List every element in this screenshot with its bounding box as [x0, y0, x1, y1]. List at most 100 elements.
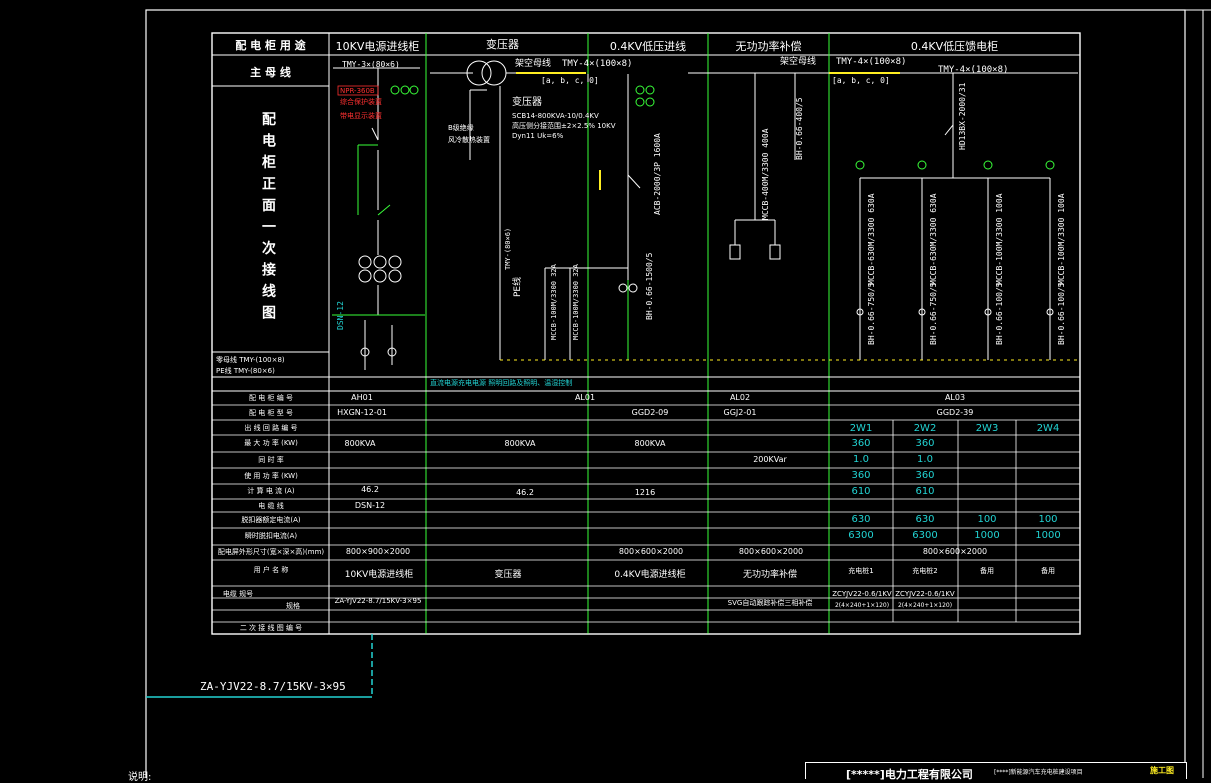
calc-current: 46.2 — [516, 488, 534, 497]
row-label: 用 户 名 称 — [253, 566, 289, 574]
calc-current: 610 — [851, 486, 871, 497]
cable-model: SVG自动跟踪补偿三相补偿 — [727, 599, 813, 607]
svg-text:BH-0.66-1500/5: BH-0.66-1500/5 — [645, 252, 654, 320]
circuit-no: 2W2 — [913, 423, 937, 434]
row-label: 使 用 功 率 (KW) — [244, 472, 298, 480]
trip-instant: 1000 — [974, 530, 1000, 541]
svg-text:B级绝缘: B级绝缘 — [448, 123, 474, 132]
max-power: 800KVA — [634, 439, 666, 448]
trip-rated: 100 — [1038, 514, 1058, 525]
calc-current: 610 — [915, 486, 935, 497]
svg-text:高压侧分接范围±2×2.5% 10KV: 高压侧分接范围±2×2.5% 10KV — [512, 121, 616, 130]
company-name: [*****]电力工程有限公司 — [846, 768, 973, 781]
row-label: 配电屏外形尺寸(宽×深×高)(mm) — [217, 548, 325, 556]
cable-line: DSN-12 — [354, 501, 386, 510]
max-power: 800KVA — [344, 439, 376, 448]
feeder-ct-label: BH-0.66-100/5 — [1057, 282, 1066, 345]
circuit-no: 2W3 — [975, 423, 999, 434]
vertical-title-char: 线 — [262, 283, 276, 300]
circuit-no: 2W4 — [1036, 423, 1060, 434]
dims: 800×600×2000 — [738, 547, 804, 556]
row-label: 电 缆 线 — [258, 502, 284, 510]
row-label: 瞬时脱扣电流(A) — [244, 532, 298, 540]
feeder-ct-label: BH-0.66-100/5 — [995, 282, 1004, 345]
svg-text:变压器: 变压器 — [512, 95, 542, 108]
svg-text:MCCB-100M/3300 32A: MCCB-100M/3300 32A — [572, 263, 580, 340]
cable-spec: 2(4×240+1×120) — [897, 602, 953, 609]
feeder-mccb-label: MCCB-630M/3300 630A — [929, 193, 938, 285]
title-block: [*****]电力工程有限公司 [****]新能源汽车充电桩建设项目 施工图 — [805, 762, 1187, 781]
row-label: 出 线 回 路 编 号 — [244, 424, 298, 432]
svg-text:BH-0.66-400/5: BH-0.66-400/5 — [795, 97, 804, 160]
row-label: 同 时 率 — [258, 456, 284, 464]
dims: 800×600×2000 — [618, 547, 684, 556]
svg-text:[a, b, c, 0]: [a, b, c, 0] — [541, 76, 599, 85]
max-power: 360 — [915, 438, 935, 449]
vertical-title-char: 电 — [262, 133, 276, 150]
user-name: 备用 — [1041, 567, 1055, 575]
max-power: 360 — [851, 438, 871, 449]
cable-spec: 2(4×240+1×120) — [834, 602, 890, 609]
row-label: 规格 — [286, 602, 300, 610]
cabinet-model: GGD2-39 — [936, 408, 974, 417]
svg-text:TMY-(80×6): TMY-(80×6) — [504, 228, 512, 270]
row-label: 二 次 接 线 图 编 号 — [239, 624, 303, 632]
dims: 800×900×2000 — [345, 547, 411, 556]
single-line-diagram: NPR-360B 综合保护装置 带电显示装置 ZA-YJV22-8.7/15KV… — [145, 9, 1211, 778]
svg-text:MCCB-400M/3300 400A: MCCB-400M/3300 400A — [761, 128, 770, 220]
row-label: 配 电 柜 型 号 — [249, 409, 293, 417]
user-name: 充电桩2 — [912, 567, 938, 575]
cable-callout: ZA-YJV22-8.7/15KV-3×95 — [200, 680, 346, 693]
use-power: 360 — [851, 470, 871, 481]
transformer-symbol — [430, 60, 583, 360]
row-label: 最 大 功 率 (KW) — [244, 439, 298, 447]
cable-model: ZCYJV22-0.6/1KV — [832, 590, 892, 598]
svg-text:带电显示装置: 带电显示装置 — [340, 111, 382, 120]
cabinet-no: AH01 — [351, 393, 373, 402]
cable-model: ZA-YJV22-8.7/15KV-3×95 — [334, 597, 422, 605]
svg-text:TMY-4×(100×8): TMY-4×(100×8) — [562, 59, 632, 69]
trip-rated: 630 — [851, 514, 871, 525]
drawing-border — [211, 32, 1081, 635]
row-label: 脱扣器额定电流(A) — [241, 516, 301, 524]
trip-rated: 100 — [977, 514, 997, 525]
simul: 200KVar — [753, 455, 787, 464]
svg-text:综合保护装置: 综合保护装置 — [340, 97, 382, 106]
vertical-title-char: 配 — [262, 112, 276, 128]
feeder-mccb-label: MCCB-630M/3300 630A — [867, 193, 876, 285]
vertical-title-char: 次 — [262, 240, 276, 257]
svg-text:ACB-2000/3P 1600A: ACB-2000/3P 1600A — [653, 133, 662, 215]
row-label: 电缆 规号 — [222, 590, 254, 598]
user-name: 充电桩1 — [848, 567, 874, 575]
svg-text:HD13BX-2000/31: HD13BX-2000/31 — [958, 82, 967, 150]
svg-text:Dyn11 Uk=6%: Dyn11 Uk=6% — [512, 132, 564, 140]
svg-text:架空母线: 架空母线 — [780, 55, 816, 67]
vertical-title-char: 图 — [262, 306, 276, 322]
vertical-title-char: 一 — [262, 220, 276, 236]
svg-text:TMY-4×(100×8): TMY-4×(100×8) — [836, 57, 906, 67]
stamp: 施工图 — [1150, 766, 1174, 775]
max-power: 800KVA — [504, 439, 536, 448]
cabinet-no: AL01 — [574, 393, 596, 402]
feeder-mccb-label: MCCB-100M/3300 100A — [1057, 193, 1066, 285]
feeder-schematic — [855, 73, 1055, 360]
cabinet-no: AL03 — [944, 393, 966, 402]
cabinet-model: GGD2-09 — [631, 408, 669, 417]
dims: 800×600×2000 — [922, 547, 988, 556]
calc-current: 1216 — [634, 488, 656, 497]
vertical-title-char: 面 — [262, 198, 276, 214]
cabinet-no: AL02 — [729, 393, 751, 402]
user-name: 备用 — [980, 567, 994, 575]
svg-text:TMY-4×(100×8): TMY-4×(100×8) — [938, 65, 1008, 75]
feeder-ct-label: BH-0.66-750/5 — [929, 282, 938, 345]
cable-model: ZCYJV22-0.6/1KV — [895, 590, 955, 598]
feeder-mccb-label: MCCB-100M/3300 100A — [995, 193, 1004, 285]
row-label: 配 电 柜 编 号 — [249, 394, 293, 402]
svg-text:MCCB-100M/3300 32A: MCCB-100M/3300 32A — [550, 263, 558, 340]
trip-instant: 6300 — [848, 530, 874, 541]
use-power: 360 — [915, 470, 935, 481]
col-transformer-header: 变压器 — [486, 37, 519, 51]
svg-text:SCB14-800KVA-10/0.4KV: SCB14-800KVA-10/0.4KV — [512, 112, 599, 120]
trip-instant: 1000 — [1035, 530, 1061, 541]
row-label: 计 算 电 流 (A) — [247, 487, 295, 495]
